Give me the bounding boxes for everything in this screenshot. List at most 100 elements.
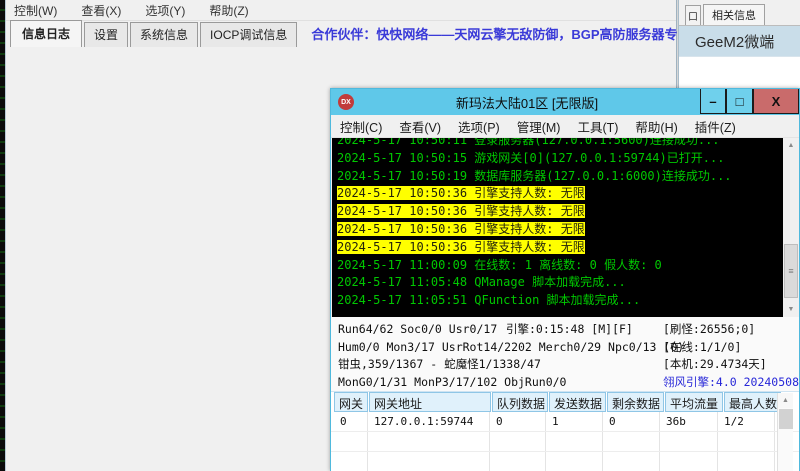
cell [334,432,368,451]
cell: 36b [660,412,718,431]
column-header-剩余数据[interactable]: 剩余数据 [607,392,664,412]
log-line: 2024-5-17 11:05:51 QFunction 脚本加载完成... [337,292,783,310]
cell [660,452,718,471]
corner-tab-bar: 口 相关信息 [679,7,800,26]
menu-item-工具(T)[interactable]: 工具(T) [577,117,618,136]
cell: 1 [546,412,603,431]
game-engine-window: DX 新玛法大陆01区 [无限版] – □ X 控制(C) 查看(V) 选项(P) 管… [330,88,800,471]
log-line-text: 2024-5-17 10:50:36 引擎支持人数: 无限 [337,240,585,254]
gateway-table-header: 网关网关地址队列数据发送数据剩余数据平均流量最高人数 [331,392,799,412]
partner-ad-text: 合作伙伴：快快网络——天网云擎无敌防御，BGP高防服务器专家 [311,24,690,43]
stats-left: 钳虫,359/1367 - 蛇魔怪1/1338/47 [338,357,541,371]
log-line-text: 2024-5-17 10:50:36 引擎支持人数: 无限 [337,204,585,218]
cell: 1/2 [718,412,775,431]
geem2-title: GeeM2微端 [679,26,800,56]
cell [660,432,718,451]
log-line-text: 2024-5-17 10:50:19 数据库服务器(127.0.0.1:6000… [337,169,732,183]
cell [603,452,660,471]
log-line: 2024-5-17 11:05:48 QManage 脚本加载完成... [337,274,783,292]
log-line: 2024-5-17 10:50:19 数据库服务器(127.0.0.1:6000… [337,168,783,186]
cell: 0 [334,412,368,431]
column-header-网关[interactable]: 网关 [334,392,368,412]
main-log-console[interactable]: 2024-5-17 10:50:11 登录服务器(127.0.0.1:5600)… [332,138,783,317]
gateway-table: 网关网关地址队列数据发送数据剩余数据平均流量最高人数 0127.0.0.1:59… [331,391,799,471]
stats-row-2: 钳虫,359/1367 - 蛇魔怪1/1338/47 [本机:29.4734天] [338,356,799,374]
stats-left: Hum0/0 Mon3/17 UsrRot14/2202 Merch0/29 N… [338,340,684,354]
log-line: 2024-5-17 10:50:36 引擎支持人数: 无限 [337,221,783,239]
close-button[interactable]: X [753,89,799,114]
tab-IOCP调试信息[interactable]: IOCP调试信息 [200,22,297,47]
scroll-up-icon[interactable]: ▲ [778,393,793,408]
cell [546,432,603,451]
left-tab-bar: 信息日志设置系统信息IOCP调试信息 合作伙伴：快快网络——天网云擎无敌防御，B… [6,21,676,47]
engine-stats-panel: Run64/62 Soc0/0 Usr0/17 引擎:0:15:48 [M][F]… [331,317,799,391]
menu-item-控制(C)[interactable]: 控制(C) [340,117,382,136]
cell: 0 [490,412,546,431]
cell [334,452,368,471]
cell [490,452,546,471]
log-line-text: 2024-5-17 10:50:36 引擎支持人数: 无限 [337,222,585,236]
tab-设置[interactable]: 设置 [84,22,128,47]
table-row-empty [331,432,799,452]
scroll-up-icon[interactable]: ▲ [783,138,799,153]
cell [718,452,775,471]
tab-related-info[interactable]: 相关信息 [703,4,765,25]
main-log-vertical-scrollbar[interactable]: ▲ ≡ ▼ [783,138,799,317]
log-line: 2024-5-17 10:50:36 引擎支持人数: 无限 [337,203,783,221]
log-line: 2024-5-17 10:50:11 登录服务器(127.0.0.1:5600)… [337,138,783,150]
menu-item-选项(P)[interactable]: 选项(P) [458,117,500,136]
column-header-队列数据[interactable]: 队列数据 [492,392,548,412]
log-line: 2024-5-17 10:50:15 游戏网关[0](127.0.0.1:597… [337,150,783,168]
cell [368,432,490,451]
minimize-button[interactable]: – [700,89,726,114]
stats-row-0: Run64/62 Soc0/0 Usr0/17 引擎:0:15:48 [M][F]… [338,321,799,339]
log-line-text: 2024-5-17 11:05:48 QManage 脚本加载完成... [337,275,626,289]
stats-left: MonG0/1/31 MonP3/17/102 ObjRun0/0 [338,375,566,389]
stats-row-3: MonG0/1/31 MonP3/17/102 ObjRun0/0翎风引擎:4.… [338,374,799,392]
menu-item-控制(W)[interactable]: 控制(W) [14,2,57,19]
log-line-text: 2024-5-17 11:05:51 QFunction 脚本加载完成... [337,293,640,307]
log-line: 2024-5-17 10:50:36 引擎支持人数: 无限 [337,239,783,257]
maximize-button[interactable]: □ [726,89,753,114]
menu-item-帮助(Z)[interactable]: 帮助(Z) [209,2,248,19]
title-bar[interactable]: DX 新玛法大陆01区 [无限版] – □ X [331,89,799,115]
column-header-网关地址[interactable]: 网关地址 [369,392,491,412]
tab-stub[interactable]: 口 [685,5,701,25]
column-header-发送数据[interactable]: 发送数据 [549,392,606,412]
tab-系统信息[interactable]: 系统信息 [130,22,198,47]
table-row-empty [331,452,799,471]
cell [718,432,775,451]
table-row[interactable]: 0127.0.0.1:5974401036b1/2 [331,412,799,432]
menu-item-查看(X)[interactable]: 查看(X) [81,2,121,19]
cell [603,432,660,451]
stats-mid: 引擎:0:15:48 [M][F] [506,321,633,339]
cell: 0 [603,412,660,431]
column-header-平均流量[interactable]: 平均流量 [665,392,723,412]
left-menubar: 控制(W) 查看(X) 选项(Y) 帮助(Z) [6,0,676,21]
scrollbar-thumb[interactable]: ≡ [784,244,798,298]
log-line-text: 2024-5-17 10:50:11 登录服务器(127.0.0.1:5600)… [337,138,720,147]
table-vertical-scrollbar[interactable]: ▲ [777,393,793,471]
window-controls: – □ X [700,89,799,115]
menu-item-管理(M)[interactable]: 管理(M) [517,117,561,136]
column-header-最高人数[interactable]: 最高人数 [724,392,781,412]
menu-item-查看(V)[interactable]: 查看(V) [399,117,441,136]
tab-信息日志[interactable]: 信息日志 [10,20,82,47]
scrollbar-thumb[interactable] [779,409,793,429]
window-title: 新玛法大陆01区 [无限版] [354,93,700,112]
scroll-down-icon[interactable]: ▼ [783,302,799,317]
menu-item-帮助(H)[interactable]: 帮助(H) [635,117,677,136]
stats-left: Run64/62 Soc0/0 Usr0/17 [338,322,497,336]
geem2-body [679,56,800,88]
cell [368,452,490,471]
geem2-micro-client-window: 口 相关信息 GeeM2微端 [678,0,800,88]
stats-right: [本机:29.4734天] [663,356,767,374]
menu-item-选项(Y)[interactable]: 选项(Y) [145,2,185,19]
menu-item-插件(Z)[interactable]: 插件(Z) [695,117,736,136]
app-icon: DX [338,94,354,110]
log-line: 2024-5-17 11:00:09 在线数: 1 离线数: 0 假人数: 0 [337,257,783,275]
main-menubar: 控制(C) 查看(V) 选项(P) 管理(M) 工具(T) 帮助(H) 插件(Z) [331,115,799,138]
cell [490,432,546,451]
stats-right: [刷怪:26556;0] [663,321,755,339]
stats-row-1: Hum0/0 Mon3/17 UsrRot14/2202 Merch0/29 N… [338,339,799,357]
